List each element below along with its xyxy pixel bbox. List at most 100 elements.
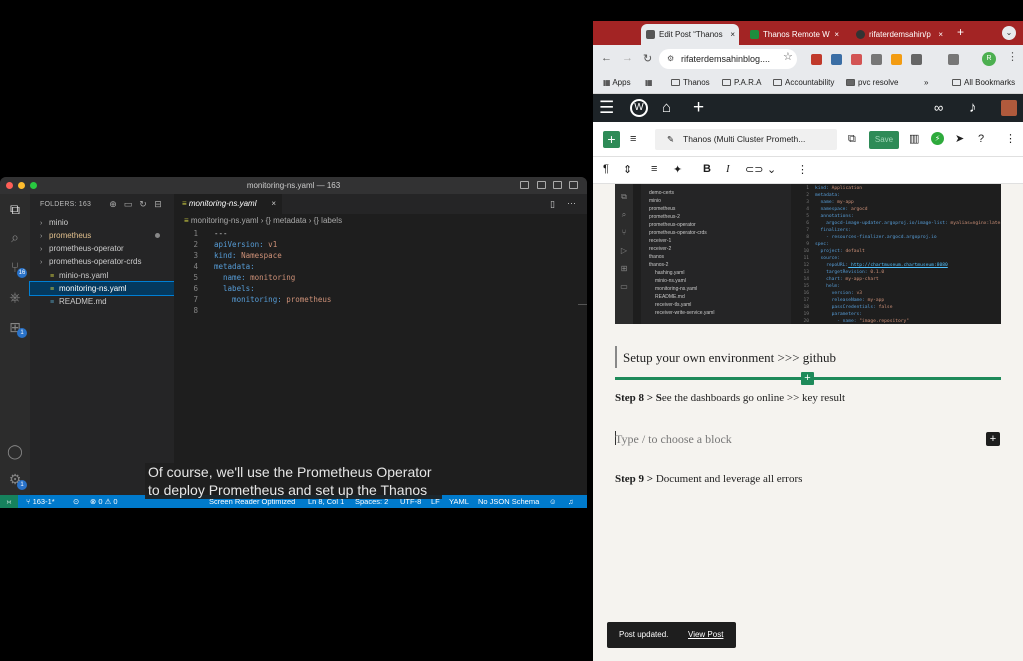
- menu-hamburger-icon[interactable]: ☰: [599, 99, 614, 117]
- notifications-bell-icon[interactable]: ♪: [969, 99, 977, 117]
- grid-icon[interactable]: ▦: [645, 78, 653, 87]
- forward-arrow-icon[interactable]: →: [622, 52, 633, 64]
- publish-send-icon[interactable]: ➤: [955, 132, 964, 146]
- step-9-paragraph[interactable]: Step 9 > Document and leverage all error…: [615, 473, 802, 485]
- extension-icon[interactable]: [948, 54, 959, 65]
- notifications-bell-icon[interactable]: ♫: [568, 495, 574, 508]
- options-menu-icon[interactable]: ⋮: [1005, 132, 1016, 146]
- toggle-sidebar-icon[interactable]: [520, 181, 529, 189]
- extension-icon[interactable]: [851, 54, 862, 65]
- extensions-icon[interactable]: ⊞ 1: [6, 318, 27, 338]
- step-8-paragraph[interactable]: Step 8 > See the dashboards go online >>…: [615, 392, 845, 404]
- block-options-icon[interactable]: ⋮: [797, 163, 808, 176]
- split-editor-icon[interactable]: ▯: [550, 199, 555, 210]
- code-line[interactable]: 5 name: monitoring: [174, 272, 587, 283]
- bold-button[interactable]: B: [703, 163, 711, 175]
- close-tab-icon[interactable]: ×: [834, 24, 839, 45]
- account-icon[interactable]: ◯: [6, 442, 24, 460]
- code-line[interactable]: 2 apiVersion: v1: [174, 239, 587, 250]
- editor-tab-monitoring-ns[interactable]: ≡ monitoring-ns.yaml ×: [174, 194, 282, 214]
- new-folder-icon[interactable]: ▭: [123, 199, 133, 209]
- extension-icon[interactable]: [891, 54, 902, 65]
- save-button[interactable]: Save: [869, 131, 899, 149]
- bookmark-star-icon[interactable]: ☆: [783, 50, 793, 63]
- close-tab-icon[interactable]: ×: [730, 24, 735, 45]
- embedded-screenshot-image[interactable]: ⧉ ⌕ ⑂ ▷ ⊞ ▭ demo-certs minio prometheus pro…: [615, 184, 1001, 324]
- new-tab-button[interactable]: +: [957, 25, 964, 39]
- align-icon[interactable]: ≡: [651, 163, 657, 175]
- close-tab-icon[interactable]: ×: [938, 24, 943, 45]
- refresh-icon[interactable]: ↻: [138, 199, 148, 209]
- profile-avatar[interactable]: R: [982, 52, 996, 66]
- source-control-icon[interactable]: ⑂ 16: [6, 258, 27, 278]
- toggle-secondary-sidebar-icon[interactable]: [553, 181, 562, 189]
- extension-icon[interactable]: [831, 54, 842, 65]
- back-arrow-icon[interactable]: ←: [601, 52, 612, 64]
- move-up-down-icon[interactable]: ⇕: [623, 163, 632, 176]
- extension-icon[interactable]: [811, 54, 822, 65]
- branch-indicator[interactable]: ⑂ 163-1*: [26, 495, 55, 508]
- tab-edit-post[interactable]: Edit Post “Thanos ×: [641, 24, 739, 45]
- view-post-link[interactable]: View Post: [688, 622, 723, 648]
- code-line[interactable]: 1 ---: [174, 228, 587, 239]
- italic-button[interactable]: I: [726, 163, 730, 175]
- wordpress-logo-icon[interactable]: W: [630, 99, 648, 117]
- feedback-icon[interactable]: ☺: [549, 495, 557, 508]
- code-line[interactable]: 3 kind: Namespace: [174, 250, 587, 261]
- bookmark-pvc-resolve[interactable]: pvc resolve: [846, 78, 898, 87]
- new-file-icon[interactable]: ⊕: [108, 199, 118, 209]
- bookmark-thanos[interactable]: Thanos: [671, 78, 710, 87]
- add-block-inline-button[interactable]: +: [801, 372, 814, 385]
- tab-search-icon[interactable]: ⌄: [1002, 26, 1016, 40]
- bookmark-para[interactable]: P.A.R.A: [722, 78, 761, 87]
- ai-sparkle-icon[interactable]: ✦: [673, 163, 682, 176]
- language-mode[interactable]: YAML: [449, 495, 469, 508]
- chrome-menu-icon[interactable]: ⋮: [1007, 50, 1018, 63]
- search-icon[interactable]: ⌕: [6, 228, 24, 246]
- bookmark-apps[interactable]: ▦ Apps: [603, 78, 631, 87]
- json-schema[interactable]: No JSON Schema: [478, 495, 539, 508]
- toggle-panel-icon[interactable]: [537, 181, 546, 189]
- tab-thanos-remote[interactable]: Thanos Remote W ×: [745, 24, 843, 45]
- code-editor[interactable]: 1 --- 2 apiVersion: v1 3 kind: Namespace 4 meta…: [174, 228, 587, 328]
- add-new-icon[interactable]: +: [693, 98, 704, 117]
- explorer-icon[interactable]: ⧉: [6, 200, 24, 218]
- help-icon[interactable]: ?: [978, 132, 984, 146]
- more-actions-icon[interactable]: ···: [567, 198, 576, 208]
- kubernetes-icon[interactable]: ⎈: [6, 288, 24, 306]
- add-block-button[interactable]: +: [986, 432, 1000, 446]
- breadcrumb[interactable]: ≡ monitoring-ns.yaml › {} metadata › {} …: [184, 216, 342, 225]
- view-post-icon[interactable]: ⧉: [848, 132, 856, 146]
- user-avatar[interactable]: [1001, 100, 1017, 116]
- close-tab-icon[interactable]: ×: [271, 194, 276, 214]
- tree-file-monitoring-ns[interactable]: ≡ monitoring-ns.yaml: [29, 281, 175, 296]
- reader-glasses-icon[interactable]: ∞: [934, 99, 943, 117]
- settings-panel-icon[interactable]: ▥: [909, 132, 919, 146]
- tree-file-minio-ns[interactable]: ≡ minio-ns.yaml: [30, 269, 174, 282]
- bookmark-all-bookmarks[interactable]: All Bookmarks: [952, 78, 1015, 87]
- site-info-icon[interactable]: ⚙: [667, 49, 674, 69]
- extension-icon[interactable]: [871, 54, 882, 65]
- settings-gear-icon[interactable]: ⚙ 1: [6, 470, 27, 490]
- more-bookmarks-icon[interactable]: »: [924, 78, 928, 87]
- address-bar[interactable]: ⚙ rifaterdemsahinblog....: [659, 49, 797, 69]
- tree-file-readme[interactable]: ≡ README.md: [30, 295, 174, 308]
- tree-folder-prometheus[interactable]: › prometheus: [30, 229, 174, 242]
- sync-icon[interactable]: ⊙: [73, 495, 79, 508]
- setup-paragraph[interactable]: Setup your own environment >>> github: [623, 350, 836, 366]
- link-icon[interactable]: ⊂⊃: [745, 163, 763, 176]
- tab-github[interactable]: rifaterdemsahin/p ×: [851, 24, 947, 45]
- customize-layout-icon[interactable]: [569, 181, 578, 189]
- reload-icon[interactable]: ↻: [643, 52, 652, 65]
- post-content[interactable]: ⧉ ⌕ ⑂ ▷ ⊞ ▭ demo-certs minio prometheus pro…: [593, 184, 1023, 661]
- home-icon[interactable]: ⌂: [662, 99, 671, 117]
- code-line[interactable]: 4 metadata:: [174, 261, 587, 272]
- collapse-all-icon[interactable]: ⊟: [153, 199, 163, 209]
- empty-block-placeholder[interactable]: Type / to choose a block: [615, 432, 732, 447]
- bookmark-accountability[interactable]: Accountability: [773, 78, 834, 87]
- paragraph-icon[interactable]: ¶: [603, 163, 609, 175]
- tree-folder-prometheus-operator-crds[interactable]: › prometheus-operator-crds: [30, 255, 174, 268]
- document-title-bar[interactable]: ✎ Thanos (Multi Cluster Prometh...: [655, 129, 837, 150]
- code-line[interactable]: 7 monitoring: prometheus: [174, 294, 587, 305]
- code-line[interactable]: 6 labels:: [174, 283, 587, 294]
